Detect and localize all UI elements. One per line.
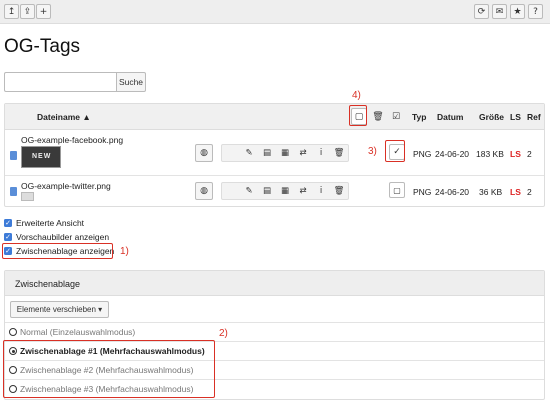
checkbox-checked-icon[interactable]: ✓	[4, 233, 12, 241]
edit-pencil-icon[interactable]: ✎	[240, 183, 258, 199]
edit-metadata-icon[interactable]: ▤	[258, 183, 276, 199]
file-actions: ✎ ▤ ▦ ⇄ i 🗑	[221, 182, 349, 200]
file-size: 36 KB	[479, 187, 503, 197]
file-name[interactable]: OG-example-twitter.png	[21, 181, 111, 191]
clipboard-action-dropdown[interactable]: Elemente verschieben ▾	[10, 301, 109, 318]
clipboard-mode-normal[interactable]: Normal (Einzelauswahlmodus)	[5, 322, 544, 341]
upload-file-icon[interactable]: ⇪	[20, 4, 35, 19]
annotation-4: 4)	[352, 90, 361, 101]
upload-level-icon[interactable]: ↥	[4, 4, 19, 19]
move-icon[interactable]: ⇄	[294, 145, 312, 161]
clipboard-panel: Zwischenablage Elemente verschieben ▾ No…	[4, 270, 545, 400]
file-type: PNG	[413, 187, 432, 197]
row-select-checkbox[interactable]: ✓	[389, 144, 405, 160]
column-ref[interactable]: Ref	[527, 112, 541, 122]
paste-clipboard-icon[interactable]: ▢	[351, 108, 367, 125]
file-table: Dateiname ▲ ▢ 🗑 ☑ Typ Datum Größe LS Ref…	[4, 103, 545, 207]
thumbnail-image[interactable]: NEW	[21, 146, 61, 168]
ls-marker[interactable]: LS	[510, 149, 521, 159]
checkbox-checked-icon[interactable]: ✓	[4, 219, 12, 227]
thumbnail-text: NEW	[32, 153, 52, 160]
mode-label: Normal (Einzelauswahlmodus)	[20, 327, 136, 337]
option-show-clipboard[interactable]: ✓ Zwischenablage anzeigen	[4, 245, 114, 257]
view-icon[interactable]: ▦	[276, 183, 294, 199]
top-toolbar: ↥ ⇪ + ⟳ ✉ ★ ?	[0, 0, 550, 24]
column-ls[interactable]: LS	[510, 112, 521, 122]
file-date: 24-06-20	[435, 149, 470, 159]
option-label: Vorschaubilder anzeigen	[16, 232, 110, 242]
help-icon[interactable]: ?	[528, 4, 543, 19]
clipboard-header: Zwischenablage	[5, 271, 544, 296]
annotation-1: 1)	[120, 246, 129, 257]
clipboard-mode-1[interactable]: Zwischenablage #1 (Mehrfachauswahlmodus)	[5, 341, 544, 360]
option-label: Erweiterte Ansicht	[16, 218, 85, 228]
file-name[interactable]: OG-example-facebook.png	[21, 135, 123, 145]
option-label: Zwischenablage anzeigen	[16, 246, 115, 256]
clipboard-title: Zwischenablage	[15, 279, 81, 289]
ref-count[interactable]: 2	[527, 187, 532, 197]
delete-icon[interactable]: 🗑	[330, 145, 348, 161]
table-row: OG-example-facebook.png NEW ◍ ✎ ▤ ▦ ⇄ i …	[5, 131, 544, 176]
radio-icon[interactable]	[9, 366, 17, 374]
refresh-icon[interactable]: ⟳	[474, 4, 489, 19]
ref-count[interactable]: 2	[527, 149, 532, 159]
column-date[interactable]: Datum	[437, 112, 463, 122]
thumbnail-image[interactable]	[21, 192, 34, 201]
info-icon[interactable]: i	[312, 183, 330, 199]
edit-pencil-icon[interactable]: ✎	[240, 145, 258, 161]
ls-marker[interactable]: LS	[510, 187, 521, 197]
clipboard-mode-3[interactable]: Zwischenablage #3 (Mehrfachauswahlmodus)	[5, 379, 544, 398]
file-type: PNG	[413, 149, 432, 159]
page-title: OG-Tags	[4, 36, 81, 57]
column-type[interactable]: Typ	[412, 112, 426, 122]
option-extended-view[interactable]: ✓ Erweiterte Ansicht	[4, 217, 84, 229]
delete-icon[interactable]: 🗑	[330, 183, 348, 199]
row-select-checkbox[interactable]: ▢	[389, 182, 405, 198]
column-size[interactable]: Größe	[479, 112, 504, 122]
mail-icon[interactable]: ✉	[492, 4, 507, 19]
radio-icon[interactable]	[9, 385, 17, 393]
file-size: 183 KB	[476, 149, 504, 159]
star-icon[interactable]: ★	[510, 4, 525, 19]
edit-metadata-icon[interactable]: ▤	[258, 145, 276, 161]
search-button[interactable]: Suche	[116, 72, 146, 92]
checkbox-checked-icon[interactable]: ✓	[4, 247, 12, 255]
table-row: OG-example-twitter.png ◍ ✎ ▤ ▦ ⇄ i 🗑 ▢ P…	[5, 177, 544, 207]
file-info-icon[interactable]: ◍	[195, 182, 213, 200]
mode-label: Zwischenablage #2 (Mehrfachauswahlmodus)	[20, 365, 194, 375]
column-name[interactable]: Dateiname ▲	[37, 112, 91, 122]
annotation-3: 3)	[368, 146, 377, 157]
delete-selected-icon[interactable]: 🗑	[370, 108, 386, 125]
annotation-2: 2)	[219, 328, 228, 339]
clipboard-mode-2[interactable]: Zwischenablage #2 (Mehrfachauswahlmodus)	[5, 360, 544, 379]
radio-selected-icon[interactable]	[9, 347, 17, 355]
file-info-icon[interactable]: ◍	[195, 144, 213, 162]
file-png-icon	[10, 187, 17, 196]
table-header: Dateiname ▲ ▢ 🗑 ☑ Typ Datum Größe LS Ref	[5, 104, 544, 130]
move-icon[interactable]: ⇄	[294, 183, 312, 199]
search-input[interactable]	[4, 72, 116, 92]
add-icon[interactable]: +	[36, 4, 51, 19]
file-date: 24-06-20	[435, 187, 470, 197]
info-icon[interactable]: i	[312, 145, 330, 161]
file-actions: ✎ ▤ ▦ ⇄ i 🗑	[221, 144, 349, 162]
option-show-thumbnails[interactable]: ✓ Vorschaubilder anzeigen	[4, 231, 109, 243]
radio-icon[interactable]	[9, 328, 17, 336]
edit-selected-icon[interactable]: ☑	[388, 108, 404, 125]
mode-label: Zwischenablage #3 (Mehrfachauswahlmodus)	[20, 384, 194, 394]
file-png-icon	[10, 151, 17, 160]
mode-label: Zwischenablage #1 (Mehrfachauswahlmodus)	[20, 346, 205, 356]
view-icon[interactable]: ▦	[276, 145, 294, 161]
